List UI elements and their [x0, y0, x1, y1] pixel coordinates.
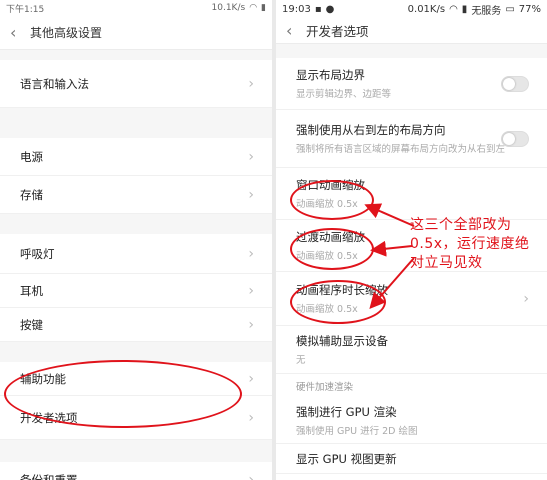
item-value: 无	[296, 355, 306, 366]
chevron-right-icon: ›	[248, 370, 254, 387]
item-label: 备份和重置	[20, 472, 78, 480]
item-label: 存储	[20, 187, 43, 202]
wifi-icon: ◠	[249, 3, 258, 13]
item-value: 动画缩放 0.5x	[296, 304, 358, 315]
chevron-right-icon: ›	[248, 471, 254, 480]
header: ‹ 开发者选项	[276, 18, 547, 44]
dev-item-simulate-secondary-display[interactable]: 模拟辅助显示设备 无	[276, 326, 547, 374]
page-title: 开发者选项	[306, 24, 369, 39]
page-title: 其他高级设置	[30, 26, 103, 40]
item-label: 电源	[20, 149, 43, 164]
rtl-layout-toggle[interactable]	[501, 130, 529, 147]
status-time: 19:03	[282, 3, 311, 15]
item-description: 强制使用 GPU 进行 2D 绘图	[296, 426, 418, 437]
notification-icon: ▪	[314, 3, 322, 15]
header: ‹ 其他高级设置	[0, 16, 272, 50]
chevron-right-icon: ›	[248, 245, 254, 262]
item-label: 呼吸灯	[20, 246, 55, 261]
item-label: 强制进行 GPU 渲染	[296, 405, 397, 419]
chevron-right-icon: ›	[248, 186, 254, 203]
item-label: 模拟辅助显示设备	[296, 334, 388, 348]
dev-item-show-gpu-view-updates[interactable]: 显示 GPU 视图更新	[276, 444, 547, 474]
annotation-line-2: 0.5x，运行速度绝	[410, 236, 530, 252]
battery-level: 77%	[518, 3, 541, 15]
dev-item-rtl-layout[interactable]: 强制使用从右到左的布局方向 强制将所有语言区域的屏幕布局方向改为从右到左	[276, 110, 547, 168]
item-label: 动画程序时长缩放	[296, 283, 388, 297]
chevron-right-icon: ›	[248, 148, 254, 165]
left-screen: 下午1:15 10.1K/s ◠ ▮ ‹ 其他高级设置 语言和输入法 › 电源 …	[0, 0, 272, 480]
chevron-right-icon: ›	[248, 409, 254, 426]
settings-item-buttons[interactable]: 按键 ›	[0, 308, 272, 342]
status-bar: 19:03 ▪ ● 0.01K/s ◠ ▮ 无服务 ▭ 77%	[276, 0, 547, 18]
annotation-text: 这三个全部改为 0.5x，运行速度绝 对立马见效	[410, 216, 547, 273]
annotation-line-1: 这三个全部改为	[410, 217, 512, 233]
item-label: 窗口动画缩放	[296, 178, 365, 192]
settings-item-accessibility[interactable]: 辅助功能 ›	[0, 362, 272, 396]
status-time: 下午1:15	[6, 4, 45, 15]
back-icon[interactable]: ‹	[286, 22, 300, 39]
dev-item-layout-bounds[interactable]: 显示布局边界 显示剪辑边界、边距等	[276, 58, 547, 110]
dev-item-force-gpu-rendering[interactable]: 强制进行 GPU 渲染 强制使用 GPU 进行 2D 绘图	[276, 398, 547, 444]
item-label: 辅助功能	[20, 371, 66, 386]
item-label: 语言和输入法	[20, 76, 89, 91]
settings-item-headphones[interactable]: 耳机 ›	[0, 274, 272, 308]
item-label: 按键	[20, 317, 43, 332]
network-speed: 0.01K/s	[407, 3, 446, 15]
qq-icon: ●	[325, 3, 335, 15]
chevron-right-icon: ›	[248, 316, 254, 333]
item-value: 动画缩放 0.5x	[296, 199, 358, 210]
item-label: 耳机	[20, 283, 43, 298]
battery-icon: ▭	[505, 3, 515, 15]
network-speed: 10.1K/s	[211, 3, 246, 13]
status-bar: 下午1:15 10.1K/s ◠ ▮	[0, 0, 272, 16]
dev-item-window-animation-scale[interactable]: 窗口动画缩放 动画缩放 0.5x	[276, 168, 547, 220]
annotation-line-3: 对立马见效	[410, 255, 483, 271]
item-description: 强制将所有语言区域的屏幕布局方向改为从右到左	[296, 144, 506, 155]
item-label: 强制使用从右到左的布局方向	[296, 123, 446, 137]
signal-icon: ▮	[461, 3, 468, 15]
chevron-right-icon: ›	[523, 290, 529, 307]
back-icon[interactable]: ‹	[10, 24, 24, 41]
item-label: 显示 GPU 视图更新	[296, 451, 397, 466]
item-label: 开发者选项	[20, 410, 78, 425]
section-header-hardware-rendering: 硬件加速渲染	[296, 382, 354, 393]
settings-item-power[interactable]: 电源 ›	[0, 138, 272, 176]
carrier-label: 无服务	[471, 5, 502, 17]
chevron-right-icon: ›	[248, 75, 254, 92]
settings-item-breathing-light[interactable]: 呼吸灯 ›	[0, 234, 272, 274]
dev-item-animator-duration-scale[interactable]: 动画程序时长缩放 动画缩放 0.5x ›	[276, 272, 547, 326]
settings-item-language[interactable]: 语言和输入法 ›	[0, 60, 272, 108]
settings-item-storage[interactable]: 存储 ›	[0, 176, 272, 214]
settings-item-developer-options[interactable]: 开发者选项 ›	[0, 396, 272, 440]
chevron-right-icon: ›	[248, 282, 254, 299]
settings-item-backup-reset[interactable]: 备份和重置 ›	[0, 462, 272, 480]
wifi-icon: ◠	[449, 3, 458, 15]
signal-icon: ▮	[261, 3, 266, 13]
layout-bounds-toggle[interactable]	[501, 75, 529, 92]
